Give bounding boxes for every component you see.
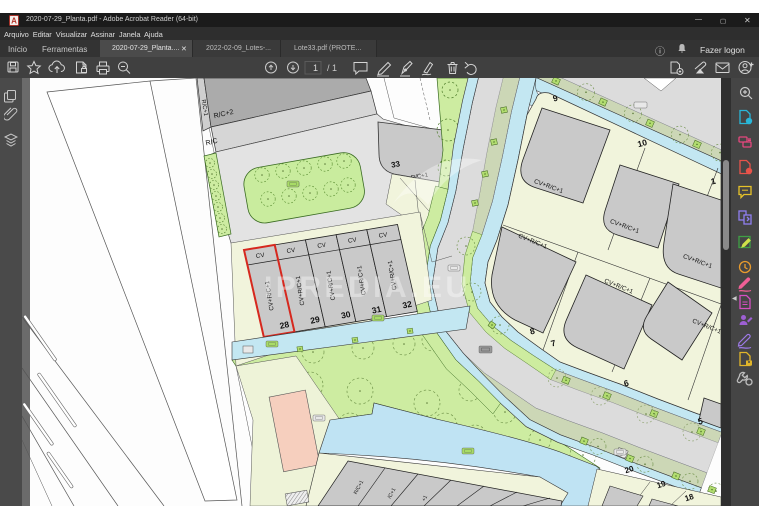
svg-text:A: A [11,17,17,26]
svg-text:IPREDIA.EU: IPREDIA.EU [264,271,471,304]
svg-text:1: 1 [313,63,318,73]
svg-text:/ 1: / 1 [327,63,337,73]
